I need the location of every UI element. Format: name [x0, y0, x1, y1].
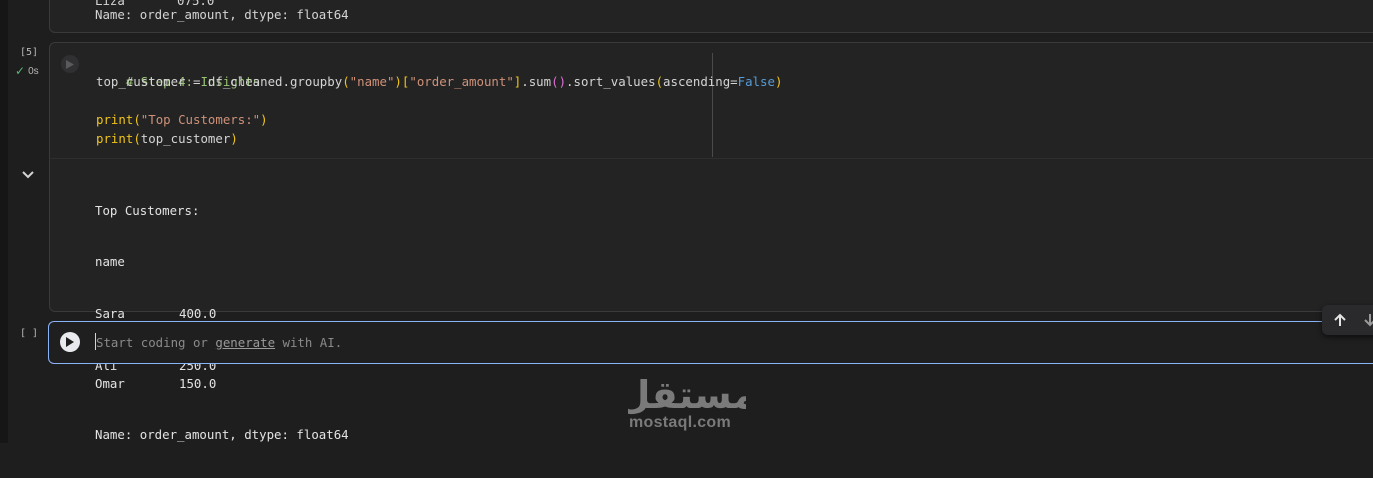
logo-arabic-text: مستقل — [628, 373, 746, 416]
code-paren: ) — [394, 74, 402, 89]
code-paren: ) — [774, 74, 783, 89]
run-cell-button[interactable] — [61, 55, 79, 73]
execution-count: [5] — [20, 47, 39, 58]
mostaql-logo: مستقل — [628, 373, 746, 416]
arrow-up-icon[interactable] — [1332, 312, 1348, 328]
play-icon — [66, 59, 74, 69]
execution-status: ✓ 0s — [15, 64, 39, 78]
watermark-domain: mostaql.com — [629, 414, 731, 431]
execution-time: 0s — [28, 65, 39, 77]
code-bool: False — [737, 74, 775, 89]
code-string: "order_amount" — [409, 74, 514, 89]
output-index-name: name — [95, 254, 125, 270]
code-token: top_customer — [140, 131, 231, 146]
output-header: Top Customers: — [95, 202, 200, 218]
code-paren: ( — [342, 74, 350, 89]
code-token: top_customer = df_cleaned.groupby — [96, 74, 343, 89]
code-cell[interactable]: # Step 4: Insights top_customer = df_cle… — [49, 42, 1373, 159]
code-function: print — [96, 131, 134, 146]
output-row-name: Omar — [95, 375, 125, 391]
cell-output: Top Customers: name Sara400.0Unknown300.… — [49, 158, 1373, 442]
code-string: "name" — [349, 74, 395, 89]
cell-toolbar — [1322, 305, 1373, 335]
arrow-down-icon[interactable] — [1362, 312, 1373, 328]
placeholder-text: Start coding or — [96, 335, 216, 350]
previous-cell-output: Liza 075.0 Name: order_amount, dtype: fl… — [49, 0, 1373, 33]
code-line-4: print("Top Customers:") — [96, 110, 268, 129]
code-paren: ) — [260, 112, 268, 127]
code-paren: () — [551, 74, 567, 89]
code-paren: ( — [655, 74, 664, 89]
output-row: Omar 150.0 — [95, 375, 349, 392]
code-keyword-arg: ascending= — [663, 74, 738, 89]
output-row-value: 400.0 — [179, 306, 217, 322]
chevron-down-icon[interactable] — [20, 168, 36, 182]
line-length-ruler — [712, 53, 713, 157]
code-function: print — [96, 112, 134, 127]
check-icon: ✓ — [15, 64, 26, 78]
code-string: "Top Customers:" — [140, 112, 261, 127]
code-token: .sum — [521, 74, 552, 89]
placeholder-text-end: with AI. — [275, 335, 343, 350]
generate-link[interactable]: generate — [215, 335, 275, 350]
run-cell-button[interactable] — [60, 332, 80, 352]
code-token: .sort_values — [566, 74, 656, 89]
cell-placeholder[interactable]: Start coding or generate with AI. — [96, 335, 342, 350]
empty-code-cell[interactable]: Start coding or generate with AI. — [48, 321, 1373, 364]
code-line-5: print(top_customer) — [96, 129, 238, 148]
output-footer: Name: order_amount, dtype: float64 — [95, 427, 349, 443]
code-paren: ) — [230, 131, 238, 146]
empty-cell-execution-count: [ ] — [20, 328, 39, 339]
previous-output-dtype-line: Name: order_amount, dtype: float64 — [95, 7, 349, 22]
code-paren: ( — [133, 112, 141, 127]
play-icon — [66, 337, 74, 347]
code-paren: ( — [133, 131, 141, 146]
code-line-2: top_customer = df_cleaned.groupby("name"… — [96, 72, 782, 91]
output-row-value: 150.0 — [179, 375, 217, 391]
left-gutter-strip — [0, 0, 8, 443]
